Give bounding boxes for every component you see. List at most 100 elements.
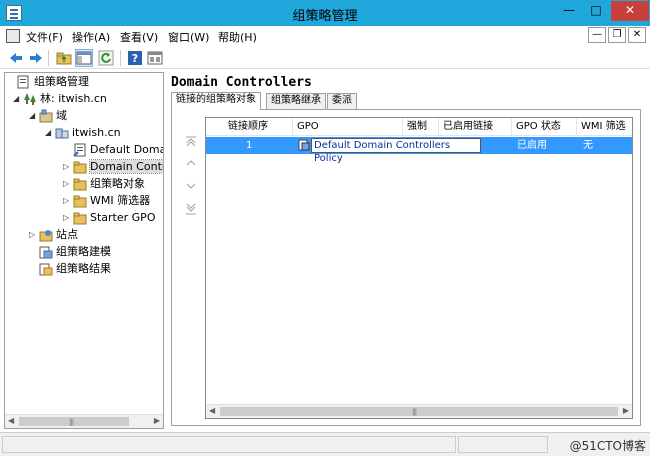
gpo-name-edit-field[interactable]: Default Domain Controllers Policy	[311, 138, 481, 164]
table-row[interactable]: 1 Default Domain Controllers Policy 已启用 …	[206, 137, 632, 164]
tree-label-domain-controllers: Domain Contro	[89, 159, 163, 174]
tree-label-domain: itwish.cn	[72, 126, 121, 139]
details-title: Domain Controllers	[171, 75, 312, 90]
move-bottom-icon[interactable]	[184, 202, 198, 216]
close-button[interactable]: ✕	[611, 1, 649, 21]
tab-gpo-inheritance[interactable]: 组策略继承	[266, 93, 326, 109]
linked-gpo-list[interactable]: 链接顺序 GPO 强制 已启用链接 GPO 状态 WMI 筛选 1 Defaul…	[205, 117, 633, 419]
scroll-left-icon[interactable]: ◀	[8, 416, 14, 425]
results-icon	[39, 262, 53, 276]
column-gpo[interactable]: GPO	[293, 118, 403, 136]
domain-icon	[55, 126, 69, 140]
column-wmi-filter[interactable]: WMI 筛选	[577, 118, 632, 136]
scrollbar-thumb[interactable]	[220, 407, 618, 416]
tree-node-starter-gpo[interactable]: ▷ Starter GPO	[63, 210, 155, 226]
forest-icon	[23, 92, 37, 106]
cell-wmi-filter: 无	[583, 140, 593, 151]
expand-arrow-icon[interactable]: ▷	[29, 227, 39, 243]
back-icon[interactable]	[8, 50, 24, 66]
details-pane: Domain Controllers 链接的组策略对象 组策略继承 委派 链接顺…	[168, 72, 644, 429]
tree-node-domains[interactable]: ◢ 域	[29, 108, 67, 124]
expand-arrow-icon[interactable]: ▷	[63, 176, 73, 192]
expand-arrow-icon[interactable]: ▷	[63, 193, 73, 209]
tab-delegation[interactable]: 委派	[327, 93, 357, 109]
move-up-icon[interactable]	[184, 156, 198, 170]
tree-node-domain-itwish[interactable]: ◢ itwish.cn	[45, 125, 121, 141]
tree-node-default-domain-policy[interactable]: Default Domai	[63, 142, 164, 158]
status-panel	[458, 436, 548, 453]
toolbar-separator	[48, 50, 49, 66]
folder-icon	[73, 194, 87, 208]
menu-view[interactable]: 查看(V)	[120, 29, 158, 45]
watermark-text: @51CTO博客	[569, 439, 646, 453]
cell-link-order: 1	[246, 140, 253, 151]
mdi-minimize-button[interactable]: —	[588, 27, 606, 43]
column-link-enabled[interactable]: 已启用链接	[439, 118, 512, 136]
tree-node-wmi-filters[interactable]: ▷ WMI 筛选器	[63, 193, 150, 209]
tree-label-starter-gpo: Starter GPO	[90, 211, 156, 224]
tree-label-modeling: 组策略建模	[56, 245, 111, 258]
forward-icon[interactable]	[28, 50, 44, 66]
tab-content: 链接顺序 GPO 强制 已启用链接 GPO 状态 WMI 筛选 1 Defaul…	[171, 109, 641, 426]
list-header: 链接顺序 GPO 强制 已启用链接 GPO 状态 WMI 筛选	[206, 118, 632, 136]
scroll-right-icon[interactable]: ▶	[623, 406, 629, 415]
gpo-icon	[298, 139, 310, 151]
domains-icon	[39, 109, 53, 123]
tree-node-results[interactable]: 组策略结果	[29, 261, 111, 277]
menu-help[interactable]: 帮助(H)	[218, 29, 257, 45]
tab-linked-gpos[interactable]: 链接的组策略对象	[171, 92, 261, 110]
scroll-grip-icon: |||	[69, 418, 74, 426]
folder-icon	[73, 211, 87, 225]
tree-label-wmi-filters: WMI 筛选器	[90, 194, 151, 207]
menu-window[interactable]: 窗口(W)	[168, 29, 209, 45]
cell-gpo-status: 已启用	[517, 140, 547, 151]
maximize-button[interactable]: □	[583, 1, 609, 21]
scroll-grip-icon: |||	[412, 408, 417, 416]
tree-horizontal-scrollbar[interactable]: ◀ ||| ▶	[5, 414, 163, 428]
show-pane-icon[interactable]	[75, 49, 93, 67]
menu-file[interactable]: 文件(F)	[26, 29, 63, 45]
list-horizontal-scrollbar[interactable]: ◀ ||| ▶	[206, 404, 632, 418]
scrollbar-thumb[interactable]	[19, 417, 129, 426]
status-panel	[2, 436, 456, 453]
modeling-icon	[39, 245, 53, 259]
mdi-restore-button[interactable]: ❐	[608, 27, 626, 43]
column-link-order[interactable]: 链接顺序	[206, 118, 293, 136]
toolbar: ?	[0, 47, 650, 69]
tree-label-default-policy: Default Domai	[90, 143, 164, 156]
menu-bar: 文件(F) 操作(A) 查看(V) 窗口(W) 帮助(H) — ❐ ✕	[0, 26, 650, 46]
collapse-arrow-icon[interactable]: ◢	[45, 125, 55, 141]
tree-node-forest[interactable]: ◢ 林: itwish.cn	[13, 91, 107, 107]
expand-arrow-icon[interactable]: ▷	[63, 210, 73, 226]
tree-node-gpmc-root[interactable]: 组策略管理	[7, 74, 89, 90]
folder-up-icon[interactable]	[56, 50, 72, 66]
tree-label-results: 组策略结果	[56, 262, 111, 275]
column-gpo-status[interactable]: GPO 状态	[512, 118, 577, 136]
mdi-controls: — ❐ ✕	[588, 27, 646, 43]
move-top-icon[interactable]	[184, 134, 198, 148]
tree-node-sites[interactable]: ▷ 站点	[29, 227, 78, 243]
system-menu-icon[interactable]	[6, 29, 20, 43]
tree-node-modeling[interactable]: 组策略建模	[29, 244, 111, 260]
mdi-close-button[interactable]: ✕	[628, 27, 646, 43]
tree-label-forest: 林: itwish.cn	[40, 92, 107, 105]
gpo-link-icon	[73, 143, 87, 157]
gpmc-icon	[17, 75, 31, 89]
help-icon[interactable]: ?	[127, 50, 143, 66]
move-down-icon[interactable]	[184, 179, 198, 193]
ou-folder-icon	[73, 160, 87, 174]
tree-node-gpo-objects[interactable]: ▷ 组策略对象	[63, 176, 145, 192]
collapse-arrow-icon[interactable]: ◢	[13, 91, 23, 107]
tree-label-domains: 域	[56, 109, 67, 122]
tree-node-domain-controllers[interactable]: ▷ Domain Contro	[63, 159, 163, 175]
minimize-button[interactable]: —	[556, 1, 582, 21]
expand-arrow-icon[interactable]: ▷	[63, 159, 73, 175]
scroll-left-icon[interactable]: ◀	[209, 406, 215, 415]
collapse-arrow-icon[interactable]: ◢	[29, 108, 39, 124]
menu-action[interactable]: 操作(A)	[72, 29, 110, 45]
refresh-icon[interactable]	[98, 50, 114, 66]
console-tree: 组策略管理 ◢ 林: itwish.cn ◢ 域 ◢ itwish.cn Defaul…	[4, 72, 164, 429]
scroll-right-icon[interactable]: ▶	[154, 416, 160, 425]
column-enforced[interactable]: 强制	[403, 118, 439, 136]
properties-icon[interactable]	[147, 50, 163, 66]
